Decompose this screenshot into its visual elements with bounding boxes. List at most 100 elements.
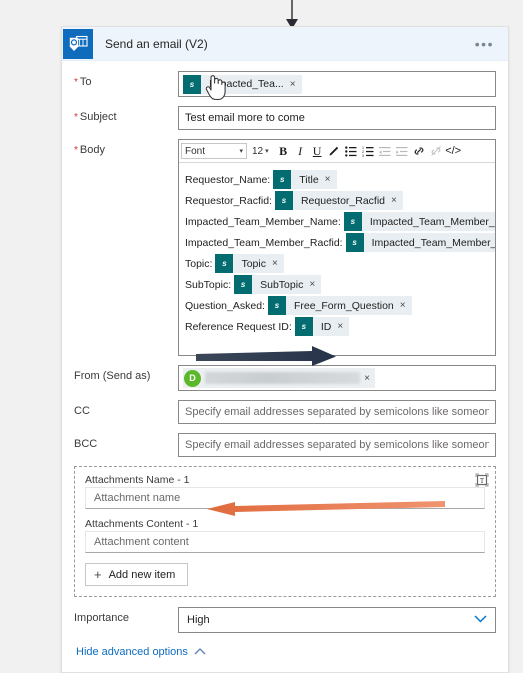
bcc-placeholder: Specify email addresses separated by sem… [185,439,489,451]
remove-token-icon[interactable]: × [272,258,284,269]
unlink-icon[interactable] [428,143,445,160]
bulleted-list-icon[interactable] [343,143,360,160]
bold-button[interactable]: B [275,143,292,160]
subject-value: Test email more to come [185,112,305,124]
body-line-label: Requestor_Racfid: [185,194,272,207]
bcc-row: BCC Specify email addresses separated by… [74,433,496,457]
cc-placeholder: Specify email addresses separated by sem… [185,406,489,418]
pen-icon[interactable] [326,143,343,160]
body-line: Requestor_Racfid: s Requestor_Racfid × [185,191,489,210]
chevron-down-icon: ▾ [265,148,269,155]
body-token-label: Title [299,173,319,186]
chevron-down-icon: ▾ [239,148,243,155]
bcc-label: BCC [74,438,98,450]
body-line: Topic: s Topic × [185,254,489,273]
font-family-value: Font [185,145,206,157]
importance-select[interactable]: High [178,607,496,633]
body-label: * Body [74,144,105,156]
bcc-input[interactable]: Specify email addresses separated by sem… [178,433,496,457]
attachment-name-input[interactable]: Attachment name [85,487,485,509]
svg-text:T: T [480,477,485,485]
card-header: Send an email (V2) ••• [62,27,508,61]
to-input[interactable]: s Impacted_Tea... × [178,71,496,97]
from-label: From (Send as) [74,370,151,382]
body-token-chip[interactable]: s Title × [273,170,337,189]
body-token-label: Impacted_Team_Member_Racfid [371,236,495,249]
body-line: Question_Asked: s Free_Form_Question × [185,296,489,315]
remove-token-icon[interactable]: × [325,174,337,185]
attachment-content-input[interactable]: Attachment content [85,531,485,553]
code-view-button[interactable]: </> [445,143,462,160]
italic-button[interactable]: I [292,143,309,160]
chevron-up-icon [194,647,206,658]
body-line: Impacted_Team_Member_Racfid: s Impacted_… [185,233,495,252]
body-row: * Body Font ▾ 12 ▾ B I U 1 2 3 </> Reque… [74,139,496,356]
sharepoint-icon: s [273,170,292,189]
cc-label: CC [74,405,90,417]
remove-person-icon[interactable]: × [364,373,375,384]
to-token-label: Impacted_Tea... [209,78,284,90]
body-line-label: Requestor_Name: [185,173,271,186]
sharepoint-icon: s [183,74,201,94]
body-token-chip[interactable]: s Free_Form_Question × [267,296,412,315]
attachments-group: T Attachments Name - 1 Attachment name A… [74,466,496,597]
attachment-content-label: Attachments Content - 1 [85,518,199,530]
attachment-content-placeholder: Attachment content [94,536,189,548]
sharepoint-icon: s [267,296,286,315]
sharepoint-icon: s [274,191,293,210]
sharepoint-icon: s [215,254,234,273]
remove-token-icon[interactable]: × [400,300,412,311]
importance-label: Importance [74,612,130,624]
required-asterisk: * [74,112,78,123]
attachment-name-placeholder: Attachment name [94,492,181,504]
plus-icon: + [94,567,102,582]
body-token-chip[interactable]: s Impacted_Team_Member_Racfid × [345,233,495,252]
body-token-chip[interactable]: s Requestor_Racfid × [274,191,403,210]
text-mode-icon[interactable]: T [475,473,489,487]
required-asterisk: * [74,77,78,88]
font-size-value: 12 [252,145,264,157]
cc-row: CC Specify email addresses separated by … [74,400,496,424]
numbered-list-icon[interactable]: 1 2 3 [360,143,377,160]
body-line: SubTopic: s SubTopic × [185,275,489,294]
indent-icon[interactable] [394,143,411,160]
body-rich-text-editor[interactable]: Font ▾ 12 ▾ B I U 1 2 3 </> Requestor_Na… [178,139,496,356]
from-person-chip[interactable]: D × [183,368,375,388]
required-asterisk: * [74,145,78,156]
subject-row: * Subject Test email more to come [74,106,496,130]
card-body: * To s Impacted_Tea... × * Subject Test … [62,61,508,672]
page-canvas: Send an email (V2) ••• * To s Impacted_Te… [0,0,523,673]
body-line-label: Reference Request ID: [185,320,292,333]
body-token-chip[interactable]: s ID × [294,317,350,336]
body-token-label: Impacted_Team_Member_Name [369,215,495,228]
body-token-chip[interactable]: s Topic × [215,254,284,273]
outdent-icon[interactable] [377,143,394,160]
from-input[interactable]: D × [178,365,496,391]
font-family-dropdown[interactable]: Font ▾ [181,143,247,159]
to-label: * To [74,76,92,88]
remove-token-icon[interactable]: × [391,195,403,206]
body-line-label: Impacted_Team_Member_Racfid: [185,236,343,249]
underline-button[interactable]: U [309,143,326,160]
to-token-chip[interactable]: s Impacted_Tea... × [183,74,302,94]
hide-advanced-options-link[interactable]: Hide advanced options [76,646,496,658]
chevron-down-icon [474,614,487,626]
link-icon[interactable] [411,143,428,160]
body-content[interactable]: Requestor_Name: s Title × Requestor_Racf… [179,163,495,355]
card-overflow-menu-button[interactable]: ••• [471,34,498,54]
body-token-chip[interactable]: s SubTopic × [234,275,322,294]
body-token-label: Topic [241,257,266,270]
subject-input[interactable]: Test email more to come [178,106,496,130]
add-new-item-button[interactable]: + Add new item [85,563,189,586]
font-size-dropdown[interactable]: 12 ▾ [252,146,269,157]
remove-token-icon[interactable]: × [337,321,349,332]
importance-row: Importance High [74,607,496,633]
remove-token-icon[interactable]: × [290,79,302,90]
attachment-name-label: Attachments Name - 1 [85,474,190,486]
from-row: From (Send as) D × [74,365,496,391]
cc-input[interactable]: Specify email addresses separated by sem… [178,400,496,424]
body-token-chip[interactable]: s Impacted_Team_Member_Name × [343,212,495,231]
svg-text:3: 3 [362,154,364,157]
outlook-email-icon [63,28,93,59]
remove-token-icon[interactable]: × [309,279,321,290]
